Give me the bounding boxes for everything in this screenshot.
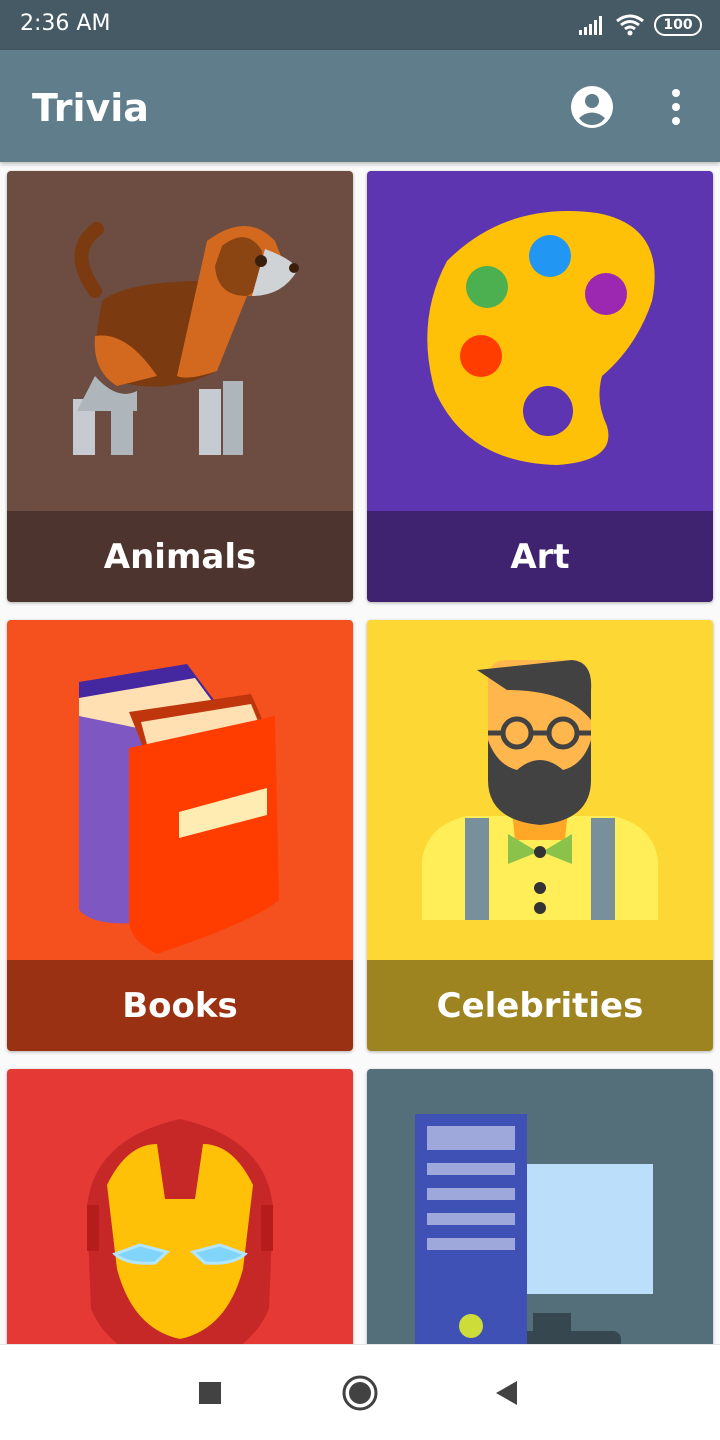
navigation-bar — [0, 1344, 720, 1440]
recents-button[interactable] — [190, 1373, 230, 1413]
more-vert-icon — [672, 89, 680, 125]
computer-icon — [415, 1114, 653, 1344]
card-artwork — [367, 1069, 713, 1344]
status-icons: 100 — [578, 12, 702, 38]
card-artwork — [7, 620, 353, 960]
app-bar: Trivia — [0, 50, 720, 162]
status-bar: 2:36 AM 100 — [0, 0, 720, 50]
battery-level: 100 — [663, 17, 693, 33]
category-card-computers[interactable] — [367, 1069, 713, 1344]
card-artwork — [7, 1069, 353, 1344]
category-label: Art — [510, 536, 570, 577]
signal-icon — [579, 16, 602, 35]
category-card-art[interactable]: Art — [367, 171, 713, 602]
category-label: Celebrities — [436, 985, 644, 1026]
card-artwork — [367, 171, 713, 511]
dog-icon — [73, 222, 299, 455]
home-button[interactable] — [340, 1373, 380, 1413]
category-card-books[interactable]: Books — [7, 620, 353, 1051]
category-card-comics[interactable] — [7, 1069, 353, 1344]
palette-icon — [427, 211, 655, 465]
books-icon — [79, 664, 279, 954]
celebrity-icon — [422, 660, 658, 920]
category-label: Books — [122, 985, 238, 1026]
square-icon — [199, 1382, 221, 1404]
back-triangle-icon — [496, 1381, 517, 1405]
circle-icon — [342, 1375, 378, 1411]
wifi-icon — [616, 14, 644, 36]
account-icon — [571, 86, 613, 128]
app-title: Trivia — [32, 86, 149, 130]
account-button[interactable] — [570, 85, 614, 129]
more-options-button[interactable] — [660, 85, 692, 129]
status-time: 2:36 AM — [20, 11, 111, 36]
back-button[interactable] — [486, 1373, 526, 1413]
iron-man-icon — [87, 1119, 273, 1344]
category-card-animals[interactable]: Animals — [7, 171, 353, 602]
category-grid: Animals Art Books Celebrities — [0, 162, 720, 1344]
card-artwork — [7, 171, 353, 511]
card-label-bar: Celebrities — [367, 960, 713, 1051]
card-label-bar: Books — [7, 960, 353, 1051]
card-label-bar: Art — [367, 511, 713, 602]
card-artwork — [367, 620, 713, 960]
category-card-celebrities[interactable]: Celebrities — [367, 620, 713, 1051]
battery-icon: 100 — [654, 14, 702, 36]
category-label: Animals — [103, 536, 257, 577]
card-label-bar: Animals — [7, 511, 353, 602]
